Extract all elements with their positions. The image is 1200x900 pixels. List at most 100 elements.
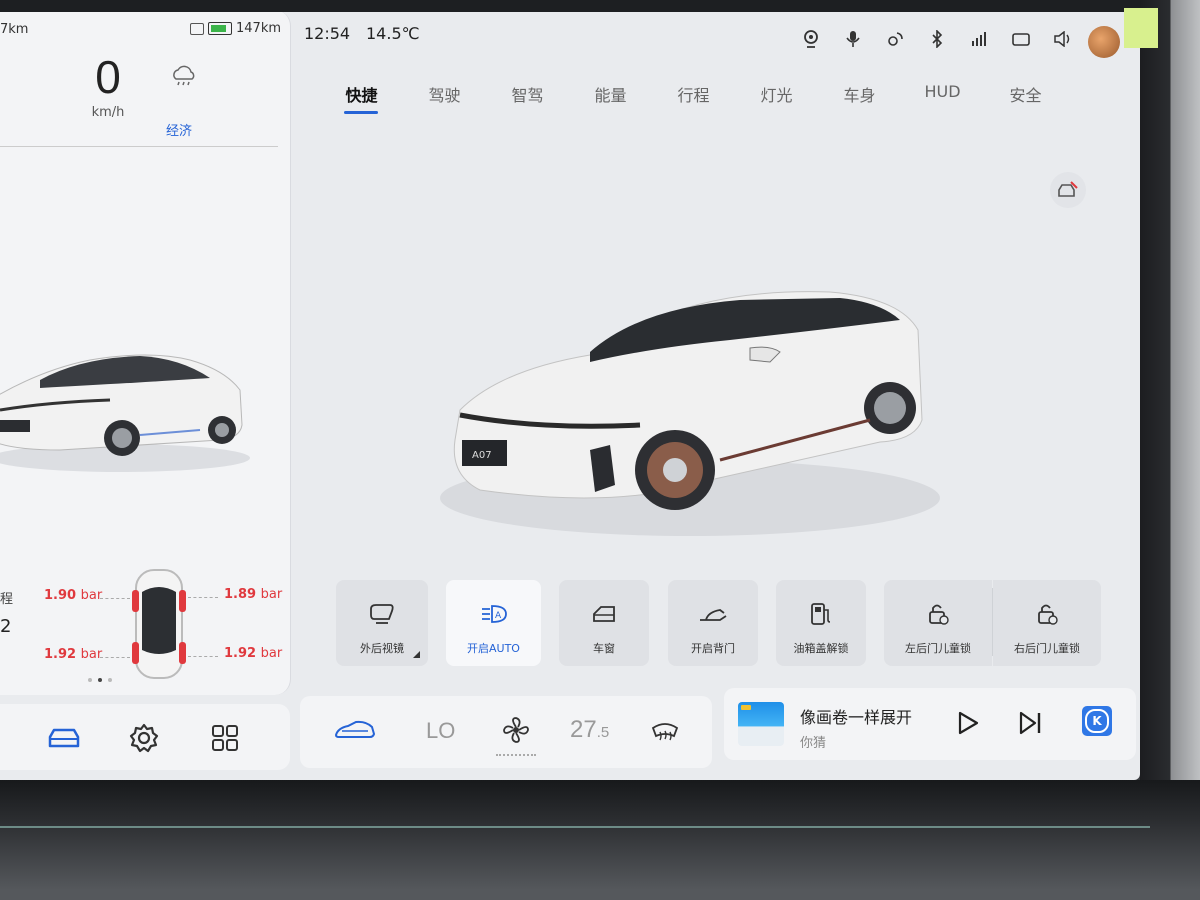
expand-corner-icon: [413, 651, 420, 658]
tile-label: 车窗: [593, 642, 615, 655]
tab-quick[interactable]: 快捷: [320, 80, 403, 120]
weather-icon: [170, 64, 198, 91]
tile-label: 油箱盖解锁: [793, 642, 849, 655]
music-app-icon[interactable]: K: [1082, 706, 1112, 736]
tire-rear-right: 1.92 bar: [224, 646, 283, 661]
drive-mode[interactable]: 经济: [166, 120, 192, 139]
bluetooth-icon[interactable]: [926, 28, 948, 50]
tab-lights[interactable]: 灯光: [735, 80, 818, 120]
auto-headlight-tile[interactable]: A 开启AUTO: [446, 580, 541, 666]
car-climate-icon: [334, 720, 376, 738]
page-indicator: [88, 678, 112, 682]
bottom-nav-left: [0, 704, 290, 770]
defrost-button[interactable]: [650, 720, 680, 746]
climate-bar: LO 27.5: [300, 696, 712, 768]
trip-value: 2: [0, 616, 12, 637]
child-lock-right-icon: [1038, 604, 1058, 625]
tile-label: 左后门儿童锁: [905, 642, 971, 655]
left-panel: 7km 147km 0 km/h 经济 程 2 1.90 bar 1.89 ba…: [0, 10, 291, 695]
artist-name: 你猜: [800, 736, 827, 751]
tile-label: 开启背门: [691, 642, 735, 655]
dashboard-trim: [0, 780, 1200, 900]
status-icons: [800, 28, 1074, 50]
tab-smart-driving[interactable]: 智驾: [486, 80, 569, 120]
dashcam-icon[interactable]: [1010, 28, 1032, 50]
tab-trip[interactable]: 行程: [652, 80, 735, 120]
tile-label: 右后门儿童锁: [1014, 642, 1080, 655]
page-dot: [88, 678, 92, 682]
album-art[interactable]: [738, 702, 784, 746]
tire-front-right: 1.89 bar: [224, 587, 283, 602]
tile-label: 外后视镜: [360, 642, 404, 655]
song-title[interactable]: 像画卷一样展开: [800, 704, 912, 728]
tab-driving[interactable]: 驾驶: [403, 80, 486, 120]
fuel-cap-tile[interactable]: 油箱盖解锁: [776, 580, 866, 666]
microphone-icon[interactable]: [842, 28, 864, 50]
media-bar: 像画卷一样展开 你猜 K: [724, 688, 1136, 760]
battery-icon: [208, 22, 232, 35]
camera-icon[interactable]: [800, 28, 822, 50]
sticker: [1124, 8, 1158, 48]
car-icon: [48, 728, 80, 748]
svg-text:A: A: [495, 611, 502, 621]
tab-body[interactable]: 车身: [818, 80, 901, 120]
battery-range: 147km: [236, 21, 282, 36]
car-edit-icon: [1058, 181, 1078, 197]
settings-nav-button[interactable]: [124, 718, 164, 758]
divider: [0, 146, 278, 147]
tab-safety[interactable]: 安全: [984, 80, 1067, 120]
leader-line: [188, 656, 218, 657]
window-icon: [593, 606, 615, 622]
plate-text: A07: [472, 450, 492, 461]
fan-button[interactable]: [502, 716, 530, 748]
hotspot-icon[interactable]: [884, 28, 906, 50]
next-track-button[interactable]: [1018, 710, 1044, 740]
page-dot-active: [98, 678, 102, 682]
child-lock-left-icon: [929, 604, 949, 625]
fan-level[interactable]: LO: [426, 718, 455, 744]
gear-icon: [129, 723, 159, 753]
car-paint-edit-button[interactable]: [1050, 172, 1086, 208]
fan-icon: [503, 717, 529, 743]
play-icon: [958, 711, 979, 735]
tab-energy[interactable]: 能量: [569, 80, 652, 120]
signal-icon: [968, 28, 990, 50]
cabin-temperature[interactable]: 27.5: [570, 716, 609, 744]
trunk-tile[interactable]: 开启背门: [668, 580, 758, 666]
screen: 7km 147km 0 km/h 经济 程 2 1.90 bar 1.89 ba…: [0, 10, 1140, 780]
volume-icon[interactable]: [1052, 28, 1074, 50]
car-topview-icon: [132, 568, 186, 684]
car-thumbnail: [0, 330, 250, 484]
screen-bezel-right: [1140, 0, 1200, 900]
mirror-icon: [370, 604, 394, 624]
range-text: 7km: [0, 22, 29, 37]
exterior-mirror-tile[interactable]: 外后视镜: [336, 580, 428, 666]
page-dot: [108, 678, 112, 682]
left-child-lock-tile[interactable]: 左后门儿童锁: [884, 580, 992, 666]
settings-tabs: 快捷 驾驶 智驾 能量 行程 灯光 车身 HUD 安全: [320, 80, 1067, 120]
auto-headlight-icon: A: [481, 605, 507, 623]
outside-temperature: 14.5℃: [366, 24, 420, 43]
screen-bezel-top: [0, 0, 1200, 12]
car-climate-button[interactable]: [334, 718, 376, 746]
avatar[interactable]: [1088, 26, 1120, 58]
tab-hud[interactable]: HUD: [901, 80, 984, 120]
fuel-cap-icon: [811, 603, 831, 625]
tire-front-left: 1.90 bar: [44, 588, 103, 603]
trunk-icon: [700, 609, 727, 621]
clock: 12:54: [304, 24, 351, 43]
defrost-icon: [651, 723, 679, 741]
vehicle-nav-button[interactable]: [44, 718, 84, 758]
play-button[interactable]: [956, 710, 980, 740]
leader-line: [100, 657, 130, 658]
battery-status: 147km: [190, 21, 281, 36]
trip-label: 程: [0, 592, 14, 607]
apps-nav-button[interactable]: [205, 718, 245, 758]
leader-line: [188, 597, 218, 598]
window-tile[interactable]: 车窗: [559, 580, 649, 666]
tile-label: 开启AUTO: [467, 642, 520, 655]
main-car-model: A07: [440, 270, 940, 544]
apps-grid-icon: [212, 725, 238, 751]
tire-rear-left: 1.92 bar: [44, 647, 103, 662]
right-child-lock-tile[interactable]: 右后门儿童锁: [993, 580, 1101, 666]
